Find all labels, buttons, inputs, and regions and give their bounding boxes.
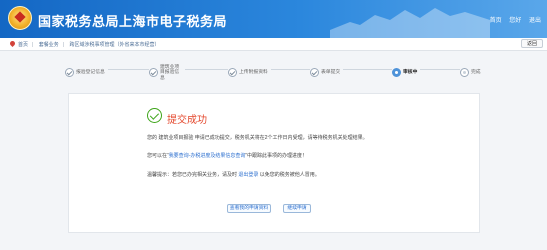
- header-link-home[interactable]: 首页: [490, 18, 502, 24]
- continue-apply-button[interactable]: 继续申请: [283, 204, 311, 213]
- breadcrumb-package[interactable]: 套餐业务: [39, 42, 59, 48]
- step-6: 完成: [460, 64, 484, 78]
- step-label: 上传附报资料: [239, 70, 268, 76]
- step-label: 完成: [471, 70, 481, 76]
- step-label: 审核中: [403, 70, 418, 76]
- back-button[interactable]: 返回: [521, 39, 543, 48]
- step-4: 表单提交: [310, 64, 344, 78]
- pending-step-icon: [460, 68, 469, 78]
- tip-message-suffix: 以免您的税务被他人冒用。: [258, 172, 320, 178]
- check-icon: [310, 68, 319, 78]
- progress-message: 您可以在“我要查询-办税进度及结果信息查询”中跟踪此事项的办理进度！: [147, 152, 307, 159]
- success-title: 提交成功: [167, 115, 207, 126]
- breadcrumb: 首页 | 套餐业务 | 跨区域涉税事项管理（外省来本市经营）: [18, 41, 163, 48]
- header-links: 首页 您好 退出: [484, 15, 541, 24]
- check-icon: [65, 68, 74, 78]
- great-wall-decoration: [330, 8, 490, 38]
- location-pin-icon: [8, 39, 17, 48]
- breadcrumb-current: 跨区域涉税事项管理（外省来本市经营）: [69, 42, 160, 48]
- check-icon: [149, 68, 158, 78]
- step-label: 建筑业项目报验信息: [160, 64, 180, 81]
- result-panel: 提交成功 您的 建筑业项目报验 申请已成功提交，税务机关将在2个工作日内受理，请…: [68, 93, 480, 233]
- logout-link[interactable]: 退出登录: [238, 172, 258, 178]
- tip-message-prefix: 温馨提示：若您已办完相关业务，请及时: [147, 172, 239, 178]
- breadcrumb-bar: 首页 | 套餐业务 | 跨区域涉税事项管理（外省来本市经营） 返回: [0, 38, 547, 51]
- current-step-icon: [392, 68, 401, 78]
- view-application-button[interactable]: 查看我的申请资料: [227, 204, 271, 213]
- progress-message-prefix: 您可以在“: [147, 153, 169, 159]
- tip-message: 温馨提示：若您已办完相关业务，请及时 退出登录 以免您的税务被他人冒用。: [147, 171, 320, 178]
- step-2: 建筑业项目报验信息: [149, 64, 185, 81]
- breadcrumb-home[interactable]: 首页: [18, 42, 28, 48]
- step-1: 报验登记信息: [65, 64, 108, 78]
- top-banner: 国家税务总局上海市电子税务局 首页 您好 退出: [0, 0, 547, 38]
- check-icon: [228, 68, 237, 78]
- tax-emblem-icon: [8, 6, 32, 30]
- breadcrumb-separator: |: [32, 42, 34, 48]
- query-progress-link[interactable]: 我要查询-办税进度及结果信息查询: [169, 153, 246, 159]
- header-link-logout[interactable]: 退出: [529, 18, 541, 24]
- step-5: 审核中: [392, 64, 421, 78]
- site-title: 国家税务总局上海市电子税务局: [38, 14, 228, 29]
- progress-steps: 报验登记信息 建筑业项目报验信息 上传附报资料 表单提交 审核中 完成: [65, 62, 485, 81]
- header-link-user[interactable]: 您好: [509, 18, 521, 24]
- step-3: 上传附报资料: [228, 64, 271, 78]
- success-check-icon: [147, 108, 162, 123]
- step-label: 表单提交: [321, 70, 341, 76]
- breadcrumb-separator: |: [62, 42, 65, 48]
- progress-message-suffix: ”中跟踪此事项的办理进度！: [245, 153, 308, 159]
- step-label: 报验登记信息: [76, 70, 105, 76]
- submit-message: 您的 建筑业项目报验 申请已成功提交，税务机关将在2个工作日内受理，请等待税务机…: [147, 135, 368, 141]
